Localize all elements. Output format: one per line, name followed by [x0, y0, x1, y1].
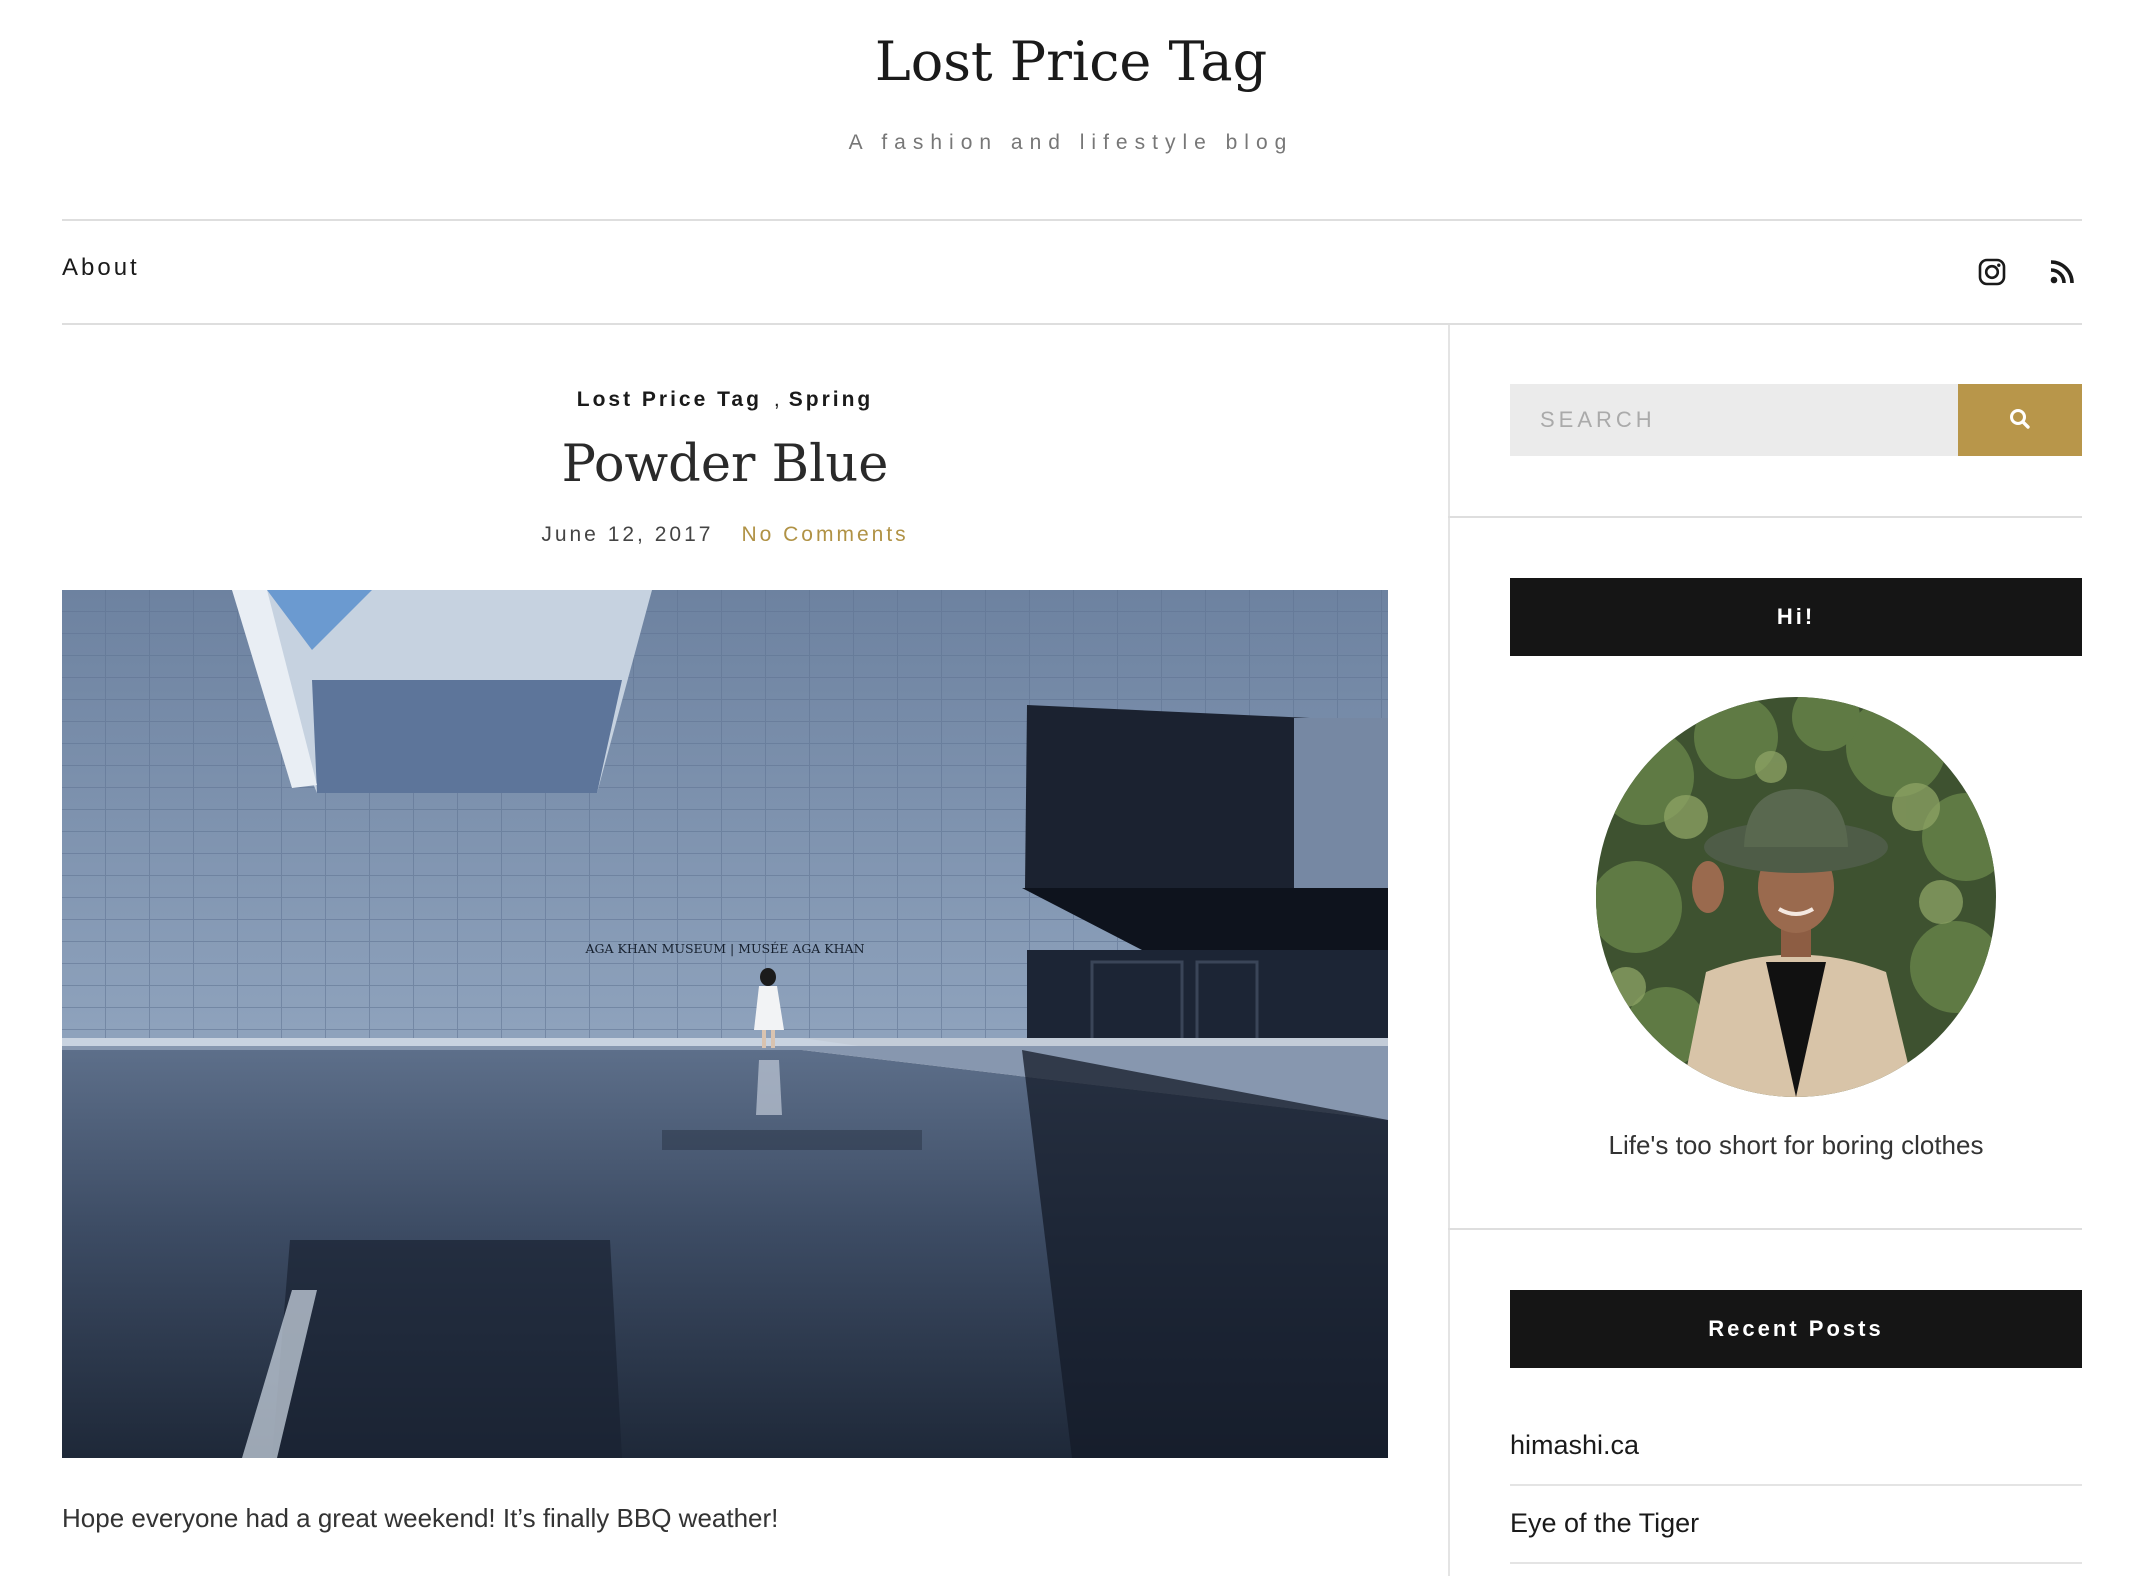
list-divider	[1510, 1484, 2082, 1486]
category-link[interactable]: Spring	[789, 388, 874, 411]
list-divider	[1510, 1562, 2082, 1564]
site-title[interactable]: Lost Price Tag	[0, 30, 2142, 93]
post-featured-image[interactable]: AGA KHAN MUSEUM | MUSÉE AGA KHAN	[62, 590, 1388, 1458]
about-text: Life's too short for boring clothes	[1608, 1130, 1984, 1160]
recent-post-link[interactable]: Eye of the Tiger	[1510, 1508, 2082, 1539]
recent-posts-title: Recent Posts	[1510, 1290, 2082, 1368]
comments-link[interactable]: No Comments	[741, 523, 908, 546]
post-excerpt: Hope everyone had a great weekend! It’s …	[62, 1503, 779, 1533]
search-button[interactable]	[1958, 384, 2082, 456]
museum-sign-text: AGA KHAN MUSEUM | MUSÉE AGA KHAN	[584, 941, 864, 956]
instagram-icon[interactable]	[1977, 257, 2007, 287]
about-widget-title: Hi!	[1510, 578, 2082, 656]
search-icon	[2008, 407, 2032, 434]
rss-icon[interactable]	[2047, 257, 2077, 287]
search-input[interactable]	[1510, 384, 1958, 456]
category-separator: ,	[773, 388, 783, 411]
recent-post-link[interactable]: himashi.ca	[1510, 1430, 2082, 1461]
nav-divider	[62, 323, 2082, 325]
widget-divider	[1448, 516, 2082, 518]
category-link[interactable]: Lost Price Tag	[577, 388, 762, 411]
post-meta: June 12, 2017 No Comments	[62, 523, 1388, 547]
post-categories: Lost Price Tag, Spring	[62, 388, 1388, 412]
post-title[interactable]: Powder Blue	[62, 435, 1388, 494]
avatar	[1596, 697, 1996, 1097]
widget-divider	[1448, 1228, 2082, 1230]
sidebar-divider	[1448, 325, 1450, 1576]
nav-item-about[interactable]: About	[62, 254, 140, 282]
site-tagline: A fashion and lifestyle blog	[848, 131, 1294, 154]
post-date: June 12, 2017	[541, 523, 714, 546]
header-divider	[62, 219, 2082, 221]
